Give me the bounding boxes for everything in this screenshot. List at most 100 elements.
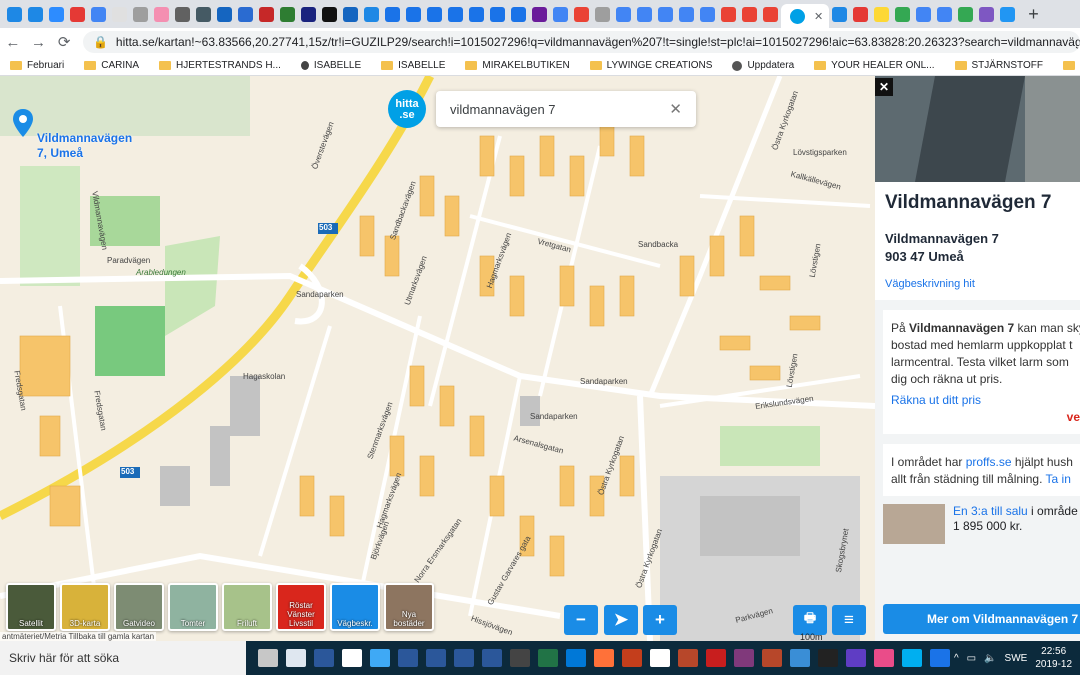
taskbar-app-icon[interactable] (425, 649, 446, 667)
taskbar-app-icon[interactable] (509, 649, 530, 667)
more-about-address-button[interactable]: Mer om Vildmannavägen 7 (883, 604, 1080, 634)
proffs-more-link[interactable]: Ta in (1046, 472, 1071, 486)
browser-tab[interactable] (427, 6, 442, 22)
listing-link[interactable]: En 3:a till salu (953, 504, 1028, 518)
browser-tab[interactable] (259, 6, 274, 22)
language-indicator[interactable]: SWE (1005, 653, 1028, 664)
map-menu-button[interactable]: ≡ (832, 605, 866, 635)
browser-tab[interactable] (238, 6, 253, 22)
print-button[interactable]: 🖶 (793, 605, 827, 635)
bookmark-item[interactable]: LYWINGE CREATIONS (580, 60, 723, 71)
clock[interactable]: 22:56 2019-12 (1035, 645, 1072, 671)
bookmark-item[interactable]: DALLAS - Dec 2017 (1053, 60, 1080, 71)
taskbar-app-icon[interactable] (565, 649, 586, 667)
browser-tab[interactable] (511, 6, 526, 22)
taskbar-app-icon[interactable] (789, 649, 810, 667)
zoom-in-button[interactable]: + (643, 605, 677, 635)
active-browser-tab[interactable]: ✕ (781, 4, 830, 28)
taskbar-app-icon[interactable] (733, 649, 754, 667)
browser-tab[interactable] (679, 6, 694, 22)
browser-tab[interactable] (364, 6, 379, 22)
browser-tab[interactable] (154, 6, 169, 22)
calculate-price-link[interactable]: Räkna ut ditt pris (891, 393, 981, 407)
taskbar-app-icon[interactable] (285, 649, 306, 667)
browser-tab[interactable] (7, 6, 22, 22)
browser-tab[interactable] (574, 6, 589, 22)
close-panel-button[interactable]: ✕ (875, 78, 893, 96)
bookmark-item[interactable]: ISABELLE (291, 60, 371, 71)
url-field[interactable]: 🔒 hitta.se/kartan!~63.83566,20.27741,15z… (82, 31, 1080, 53)
taskbar-app-icon[interactable] (537, 649, 558, 667)
bookmark-item[interactable]: MIRAKELBUTIKEN (455, 60, 579, 71)
new-tab-button[interactable]: + (1028, 4, 1039, 25)
browser-tab[interactable] (916, 6, 932, 22)
listing-item[interactable]: En 3:a till salu i område 1 895 000 kr. (883, 504, 1080, 544)
browser-tab[interactable] (937, 6, 953, 22)
back-icon[interactable]: ← (0, 34, 26, 51)
bookmark-item[interactable]: YOUR HEALER ONL... (804, 60, 944, 71)
browser-tab[interactable] (469, 6, 484, 22)
browser-tab[interactable] (763, 6, 778, 22)
proffs-link[interactable]: proffs.se (966, 455, 1012, 469)
taskbar-app-icon[interactable] (257, 649, 278, 667)
taskbar-app-icon[interactable] (873, 649, 894, 667)
forward-icon[interactable]: → (26, 34, 52, 51)
layer-option[interactable]: Tomter (168, 583, 218, 631)
browser-tab[interactable] (406, 6, 421, 22)
clear-search-icon[interactable]: ✕ (669, 100, 682, 118)
browser-tab[interactable] (721, 6, 736, 22)
layer-option[interactable]: Nya bostäder (384, 583, 434, 631)
reload-icon[interactable]: ⟳ (51, 33, 77, 51)
browser-tab[interactable] (301, 6, 316, 22)
browser-tab[interactable] (532, 6, 547, 22)
browser-tab[interactable] (742, 6, 757, 22)
browser-tab[interactable] (70, 6, 85, 22)
taskbar-app-icon[interactable] (761, 649, 782, 667)
browser-tab[interactable] (658, 6, 673, 22)
layer-option[interactable]: Röstar Vänster Livsstil (276, 583, 326, 631)
browser-tab[interactable] (133, 6, 148, 22)
browser-tab[interactable] (553, 6, 568, 22)
browser-tab[interactable] (343, 6, 358, 22)
volume-icon[interactable]: 🔈 (984, 653, 996, 664)
locate-me-button[interactable]: ➤ (604, 605, 638, 635)
browser-tab[interactable] (490, 6, 505, 22)
listing-thumbnail[interactable] (883, 504, 945, 544)
taskbar-app-icon[interactable] (593, 649, 614, 667)
browser-tab[interactable] (322, 6, 337, 22)
browser-tab[interactable] (832, 6, 848, 22)
network-icon[interactable]: ▭ (967, 653, 976, 664)
zoom-out-button[interactable]: − (564, 605, 598, 635)
tray-chevron-icon[interactable]: ^ (954, 653, 959, 664)
taskbar-app-icon[interactable] (901, 649, 922, 667)
layer-option[interactable]: Vägbeskr. (330, 583, 380, 631)
taskbar-app-icon[interactable] (397, 649, 418, 667)
close-tab-icon[interactable]: ✕ (814, 10, 823, 23)
browser-tab[interactable] (448, 6, 463, 22)
taskbar-app-icon[interactable] (313, 649, 334, 667)
browser-tab[interactable] (28, 6, 43, 22)
map-search-input[interactable]: vildmannavägen 7 ✕ (436, 91, 696, 127)
directions-link[interactable]: Vägbeskrivning hit (885, 278, 1070, 290)
layer-option[interactable]: Friluft (222, 583, 272, 631)
layer-option[interactable]: Satellit (6, 583, 56, 631)
browser-tab[interactable] (91, 6, 106, 22)
browser-tab[interactable] (280, 6, 295, 22)
bookmark-item[interactable]: ISABELLE (371, 60, 455, 71)
hitta-logo[interactable]: hitta .se (388, 90, 426, 128)
browser-tab[interactable] (49, 6, 64, 22)
bookmark-item[interactable]: Uppdatera (722, 60, 804, 71)
pin-label[interactable]: Vildmannavägen 7, Umeå (37, 131, 132, 161)
browser-tab[interactable] (595, 6, 610, 22)
browser-tab[interactable] (217, 6, 232, 22)
browser-tab[interactable] (895, 6, 911, 22)
taskbar-app-icon[interactable] (649, 649, 670, 667)
browser-tab[interactable] (1000, 6, 1016, 22)
browser-tab[interactable] (700, 6, 715, 22)
browser-tab[interactable] (112, 6, 127, 22)
taskbar-app-icon[interactable] (369, 649, 390, 667)
taskbar-app-icon[interactable] (621, 649, 642, 667)
browser-tab[interactable] (853, 6, 869, 22)
taskbar-app-icon[interactable] (453, 649, 474, 667)
alarm-brand-logo[interactable]: ve (1067, 409, 1080, 426)
